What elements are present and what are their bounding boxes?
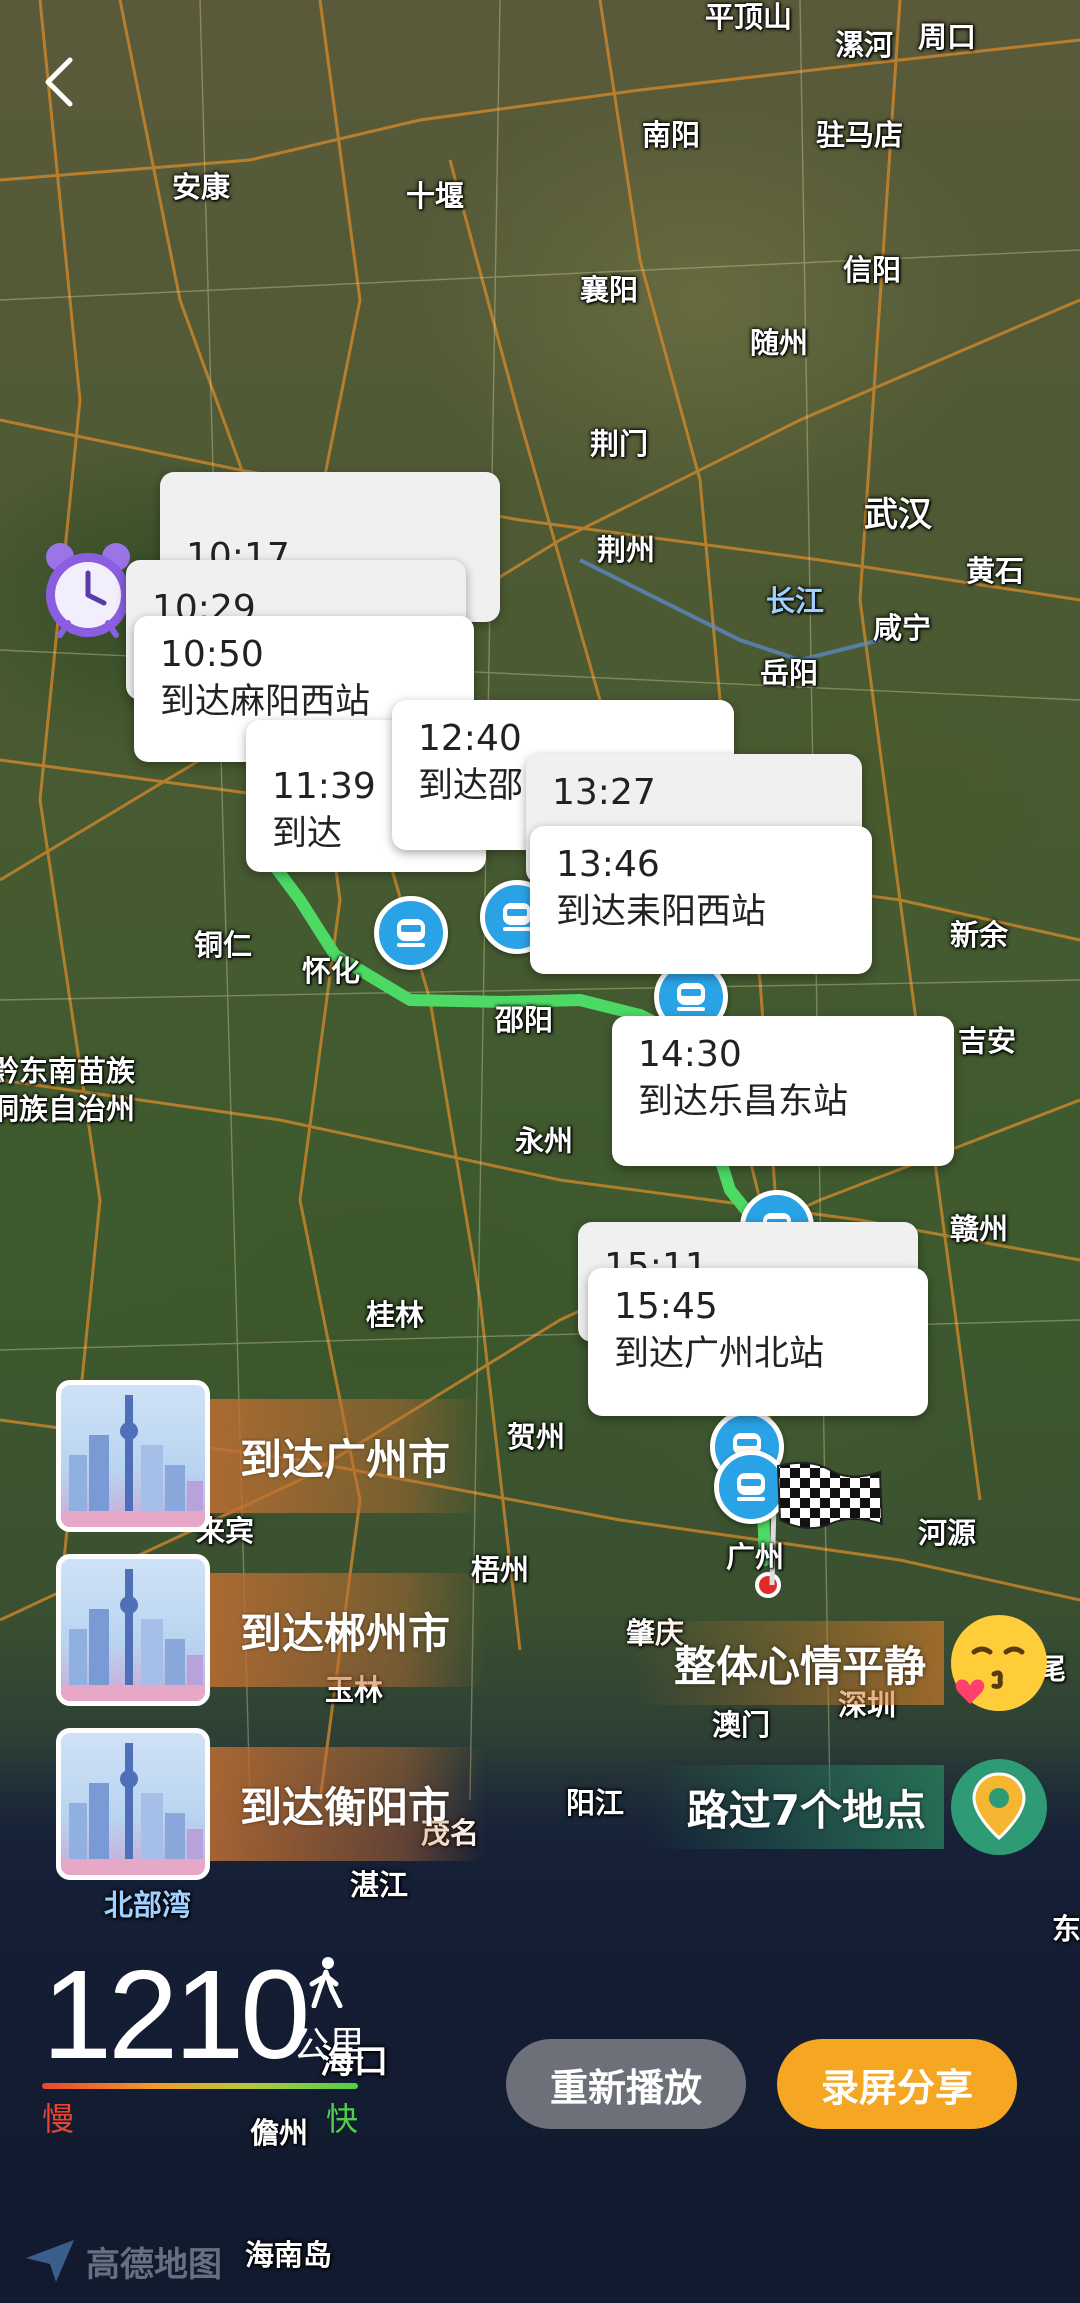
- location-pin-icon: [951, 1759, 1047, 1855]
- timeline-card: 15:45 到达广州北站: [588, 1268, 928, 1416]
- map-label: 北部湾: [104, 1888, 192, 1922]
- timeline-card: 14:30 到达乐昌东站: [612, 1016, 954, 1166]
- map-label: 咸宁: [873, 611, 932, 645]
- timeline-card: 13:46 到达耒阳西站: [530, 826, 872, 974]
- places-text: 路过7个地点: [646, 1765, 944, 1849]
- train-icon: [677, 983, 705, 1011]
- back-button[interactable]: [34, 52, 84, 112]
- timeline-time: 10:50: [160, 634, 264, 675]
- map-label: 南阳: [642, 118, 701, 152]
- map-label: 襄阳: [580, 273, 639, 307]
- map-label: 周口: [918, 20, 977, 54]
- city-arrival-label: 到达广州市: [210, 1399, 487, 1513]
- map-label: 信阳: [843, 253, 902, 287]
- map-label: 十堰: [406, 179, 465, 213]
- timeline-time: 14:30: [638, 1034, 742, 1075]
- city-badge: 到达衡阳市: [56, 1728, 487, 1880]
- map-label: 荆门: [590, 427, 649, 461]
- timeline-time: 13:46: [556, 844, 660, 885]
- map-label: 新余: [950, 918, 1009, 952]
- timeline-time: 13:27: [552, 772, 656, 813]
- train-station-marker[interactable]: [374, 896, 448, 970]
- screen-record-share-button[interactable]: 录屏分享: [777, 2039, 1017, 2129]
- map-label: 黔东南苗族: [0, 1054, 136, 1088]
- speed-fast-label: 快: [326, 2100, 359, 2138]
- mood-summary: 整体心情平静: [633, 1608, 1054, 1718]
- city-skyline-icon: [56, 1380, 210, 1532]
- replay-button[interactable]: 重新播放: [506, 2039, 746, 2129]
- walk-icon: [309, 1957, 343, 2008]
- map-label: 阳江: [566, 1786, 625, 1820]
- map-label: 随州: [750, 326, 809, 360]
- map-label: 海南岛: [245, 2238, 333, 2272]
- distance-value: 1210: [42, 1944, 310, 2085]
- distance-unit: 公里: [293, 2025, 366, 2066]
- map-label: 铜仁: [194, 928, 253, 962]
- map-label: 侗族自治州: [0, 1092, 136, 1126]
- map-label: 长江: [766, 584, 825, 618]
- places-summary: 路过7个地点: [646, 1752, 1054, 1862]
- city-arrival-label: 到达郴州市: [210, 1573, 487, 1687]
- city-badge: 到达郴州市: [56, 1554, 487, 1706]
- map-label: 邵阳: [495, 1003, 554, 1037]
- map-label: 荆州: [597, 533, 656, 567]
- speed-slow-label: 慢: [42, 2100, 75, 2138]
- timeline-destination: 到达乐昌东站: [638, 1082, 849, 1122]
- map-label: 怀化: [302, 954, 361, 988]
- map-label: 黄石: [966, 554, 1025, 588]
- city-arrival-label: 到达衡阳市: [210, 1747, 487, 1861]
- map-label: 河源: [918, 1516, 977, 1550]
- map-label: 漯河: [835, 28, 894, 62]
- map-label: 岳阳: [760, 656, 819, 690]
- timeline-destination: 到达耒阳西站: [556, 892, 767, 932]
- amap-logo-icon: [26, 2240, 74, 2282]
- map-label: 桂林: [366, 1298, 425, 1332]
- city-skyline-icon: [56, 1728, 210, 1880]
- map-label: 平顶山: [705, 0, 793, 34]
- speed-legend-bar: [42, 2083, 358, 2089]
- map-label: 驻马店: [816, 118, 904, 152]
- mood-text: 整体心情平静: [633, 1621, 944, 1705]
- finish-flag-icon: [770, 1458, 890, 1568]
- city-skyline-icon: [56, 1554, 210, 1706]
- map-label: 儋州: [250, 2116, 309, 2150]
- logo-text: 高德地图: [86, 2244, 222, 2285]
- train-icon: [737, 1473, 765, 1501]
- map-label: 赣州: [950, 1212, 1009, 1246]
- map-label: 永州: [515, 1124, 574, 1158]
- chevron-left-icon: [45, 57, 73, 107]
- map-label: 贺州: [507, 1420, 566, 1454]
- map-label: 吉安: [958, 1024, 1017, 1058]
- timeline-destination: 到达广州北站: [614, 1334, 825, 1374]
- map-label: 安康: [172, 170, 231, 204]
- amap-logo: 高德地图: [22, 2236, 222, 2286]
- kissing-face-icon: [951, 1615, 1047, 1711]
- timeline-time: 15:45: [614, 1286, 718, 1327]
- map-label: 东: [1052, 1912, 1080, 1946]
- city-badge: 到达广州市: [56, 1380, 487, 1532]
- train-icon: [397, 919, 425, 947]
- alarm-clock-icon: [38, 535, 138, 645]
- map-label: 武汉: [864, 495, 932, 535]
